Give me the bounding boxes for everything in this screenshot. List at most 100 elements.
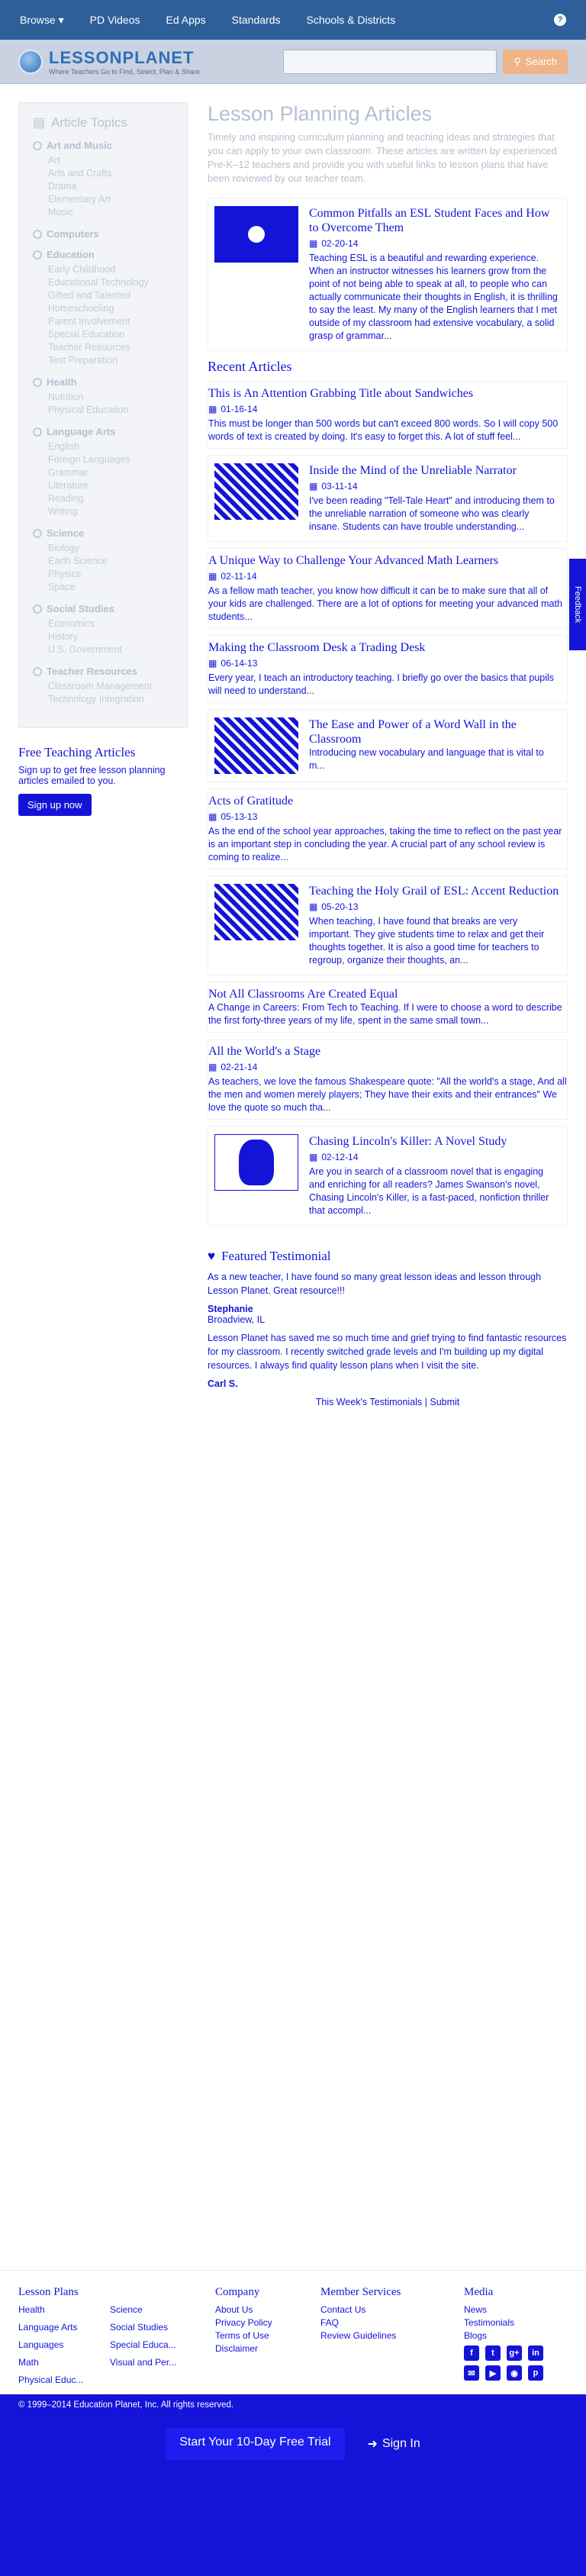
schools-link[interactable]: Schools & Districts — [307, 14, 396, 26]
footer-link[interactable]: Special Educa... — [110, 2339, 194, 2352]
search-input[interactable] — [283, 49, 497, 74]
article-card[interactable]: Teaching the Holy Grail of ESL: Accent R… — [208, 875, 568, 975]
article-title[interactable]: Not All Classrooms Are Created Equal — [208, 987, 567, 1001]
category-link[interactable]: Music — [33, 206, 173, 219]
sign-in-link[interactable]: ➜ Sign In — [368, 2428, 420, 2460]
footer-link[interactable]: Terms of Use — [215, 2329, 307, 2342]
featured-title[interactable]: Common Pitfalls an ESL Student Faces and… — [309, 206, 561, 235]
logo[interactable]: LESSONPLANET Where Teachers Go to Find, … — [18, 48, 240, 76]
article-card[interactable]: Making the Classroom Desk a Trading Desk… — [208, 635, 568, 703]
category-link[interactable]: Arts and Crafts — [33, 167, 173, 180]
email-icon[interactable]: ✉ — [464, 2365, 479, 2381]
footer-link[interactable]: Health — [18, 2304, 110, 2316]
category-link[interactable]: Grammar — [33, 466, 173, 479]
article-title[interactable]: Inside the Mind of the Unreliable Narrat… — [309, 463, 561, 478]
category-link[interactable]: Test Preparation — [33, 354, 173, 367]
article-title[interactable]: A Unique Way to Challenge Your Advanced … — [208, 553, 567, 568]
category-header[interactable]: Language Arts — [33, 426, 173, 437]
footer-link[interactable]: About Us — [215, 2304, 307, 2316]
article-card[interactable]: Inside the Mind of the Unreliable Narrat… — [208, 455, 568, 542]
article-card[interactable]: Not All Classrooms Are Created Equal A Ch… — [208, 982, 568, 1033]
footer-link[interactable]: Science — [110, 2304, 194, 2316]
category-header[interactable]: Social Studies — [33, 603, 173, 614]
article-title[interactable]: Acts of Gratitude — [208, 794, 567, 808]
category-link[interactable]: Biology — [33, 542, 173, 555]
category-header[interactable]: Art and Music — [33, 140, 173, 151]
category-link[interactable]: Reading — [33, 492, 173, 505]
testimonial-links[interactable]: This Week's Testimonials | Submit — [208, 1397, 568, 1407]
category-link[interactable]: Physics — [33, 568, 173, 581]
category-link[interactable]: Nutrition — [33, 391, 173, 404]
category-link[interactable]: Art — [33, 154, 173, 167]
category-link[interactable]: Writing — [33, 505, 173, 518]
category-link[interactable]: Foreign Languages — [33, 453, 173, 466]
footer-link[interactable]: Disclaimer — [215, 2342, 307, 2355]
article-card[interactable]: Chasing Lincoln's Killer: A Novel Study ▦… — [208, 1126, 568, 1226]
category-link[interactable]: Educational Technology — [33, 276, 173, 289]
category-header[interactable]: Health — [33, 376, 173, 388]
category-link[interactable]: Special Education — [33, 328, 173, 341]
article-title[interactable]: The Ease and Power of a Word Wall in the… — [309, 717, 561, 746]
footer-link[interactable]: Testimonials — [464, 2316, 545, 2329]
sign-up-button[interactable]: Sign up now — [18, 794, 92, 816]
footer-link[interactable]: Language Arts — [18, 2321, 110, 2334]
article-title[interactable]: All the World's a Stage — [208, 1044, 567, 1059]
article-card[interactable]: All the World's a Stage ▦ 02-21-14 As teach… — [208, 1039, 568, 1120]
category-link[interactable]: Technology Integration — [33, 693, 173, 706]
category-link[interactable]: History — [33, 630, 173, 643]
article-title[interactable]: Making the Classroom Desk a Trading Desk — [208, 640, 567, 655]
rss-icon[interactable]: ◉ — [507, 2365, 522, 2381]
article-card[interactable]: A Unique Way to Challenge Your Advanced … — [208, 548, 568, 629]
category-link[interactable]: Parent Involvement — [33, 315, 173, 328]
browse-menu[interactable]: Browse ▾ — [20, 14, 64, 27]
ed-apps-link[interactable]: Ed Apps — [166, 14, 206, 26]
footer-link[interactable]: Blogs — [464, 2329, 545, 2342]
article-title[interactable]: Chasing Lincoln's Killer: A Novel Study — [309, 1134, 561, 1149]
category-link[interactable]: Physical Education — [33, 404, 173, 417]
category-link[interactable]: Homeschooling — [33, 302, 173, 315]
footer-link[interactable]: Contact Us — [320, 2304, 450, 2316]
article-card[interactable]: This is An Attention Grabbing Title abou… — [208, 381, 568, 449]
category-header[interactable]: Computers — [33, 228, 173, 240]
category-header[interactable]: Teacher Resources — [33, 666, 173, 677]
twitter-icon[interactable]: t — [485, 2345, 501, 2361]
footer-link[interactable]: Physical Educ... — [18, 2374, 110, 2387]
category-link[interactable]: Earth Science — [33, 555, 173, 568]
article-title[interactable]: Teaching the Holy Grail of ESL: Accent R… — [309, 884, 561, 898]
standards-link[interactable]: Standards — [232, 14, 281, 26]
category-header[interactable]: Science — [33, 527, 173, 539]
category-link[interactable]: English — [33, 440, 173, 453]
search-button[interactable]: ⚲ Search — [503, 49, 568, 74]
feedback-tab[interactable]: Feedback — [569, 559, 586, 650]
footer-link[interactable]: Review Guidelines — [320, 2329, 450, 2342]
category-link[interactable]: Teacher Resources — [33, 341, 173, 354]
footer-link[interactable]: Visual and Per... — [110, 2356, 194, 2369]
facebook-icon[interactable]: f — [464, 2345, 479, 2361]
category-link[interactable]: U.S. Government — [33, 643, 173, 656]
footer-link[interactable]: News — [464, 2304, 545, 2316]
linkedin-icon[interactable]: in — [528, 2345, 543, 2361]
help-icon[interactable]: ? — [554, 14, 566, 26]
category-link[interactable]: Literature — [33, 479, 173, 492]
category-link[interactable]: Early Childhood — [33, 263, 173, 276]
pinterest-icon[interactable]: p — [528, 2365, 543, 2381]
free-trial-button[interactable]: Start Your 10-Day Free Trial — [166, 2428, 345, 2460]
youtube-icon[interactable]: ▶ — [485, 2365, 501, 2381]
pd-videos-link[interactable]: PD Videos — [90, 14, 140, 26]
footer-link[interactable]: Languages — [18, 2339, 110, 2352]
google-plus-icon[interactable]: g+ — [507, 2345, 522, 2361]
footer-link[interactable]: FAQ — [320, 2316, 450, 2329]
article-title[interactable]: This is An Attention Grabbing Title abou… — [208, 386, 567, 401]
featured-article[interactable]: Common Pitfalls an ESL Student Faces and… — [208, 198, 568, 351]
category-link[interactable]: Economics — [33, 617, 173, 630]
footer-link[interactable]: Privacy Policy — [215, 2316, 307, 2329]
category-link[interactable]: Drama — [33, 180, 173, 193]
article-card[interactable]: The Ease and Power of a Word Wall in the… — [208, 709, 568, 782]
footer-link[interactable]: Social Studies — [110, 2321, 194, 2334]
category-link[interactable]: Gifted and Talented — [33, 289, 173, 302]
category-header[interactable]: Education — [33, 249, 173, 260]
category-link[interactable]: Elementary Art — [33, 193, 173, 206]
article-card[interactable]: Acts of Gratitude ▦ 05-13-13 As the end of … — [208, 788, 568, 869]
category-link[interactable]: Classroom Management — [33, 680, 173, 693]
footer-link[interactable]: Math — [18, 2356, 110, 2369]
